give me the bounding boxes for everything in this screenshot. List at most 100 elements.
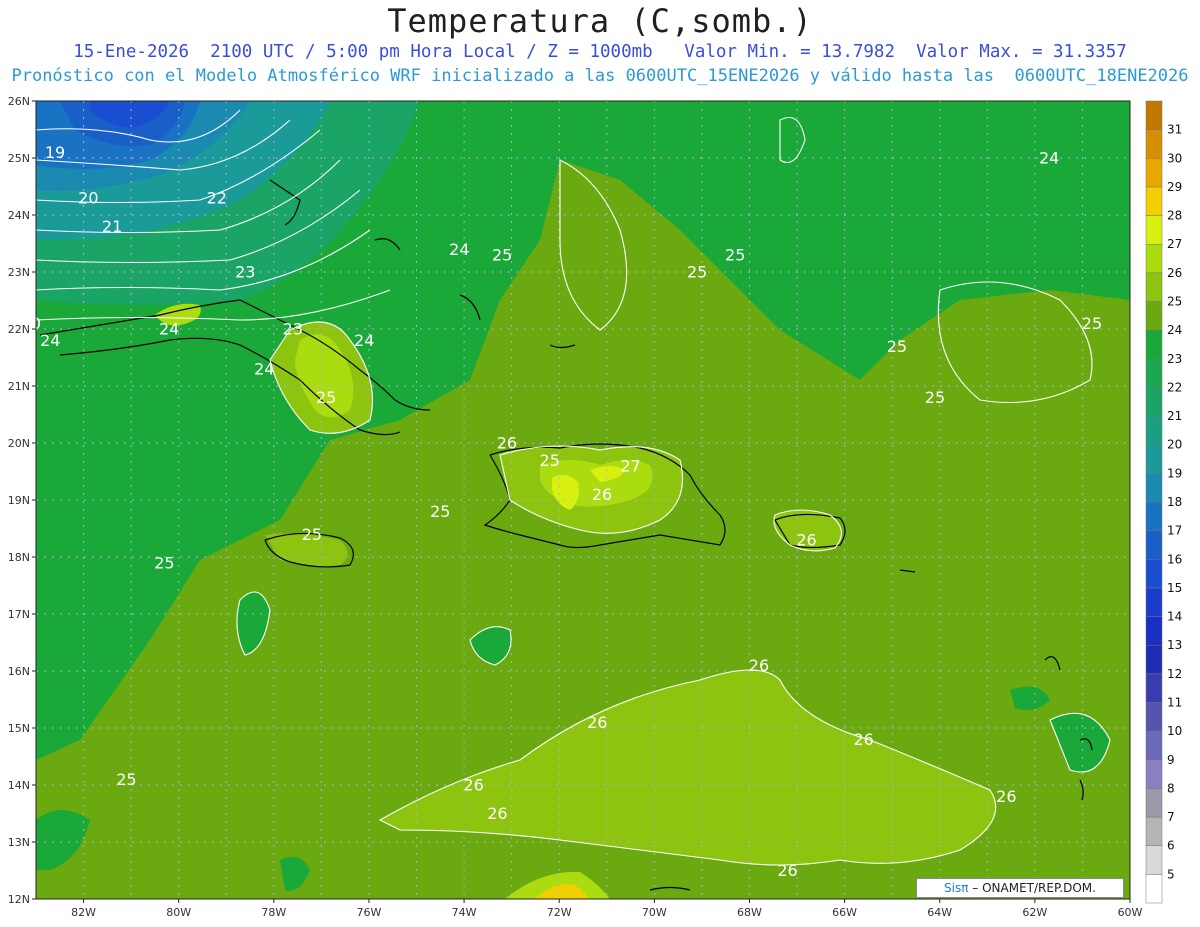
colorbar-label: 25 <box>1167 295 1182 309</box>
lon-tick-label: 64W <box>927 906 952 919</box>
contour-label: 27 <box>620 457 640 476</box>
colorbar-swatch <box>1145 759 1163 789</box>
colorbar-swatch <box>1145 788 1163 818</box>
lat-tick-label: 15N <box>8 722 30 735</box>
colorbar-swatch <box>1145 559 1163 589</box>
contour-label: 26 <box>777 861 797 880</box>
temperature-map: 192021222323242424242402425 2525252525252… <box>8 95 1183 919</box>
contour-label: 25 <box>540 451 560 470</box>
contour-label: 26 <box>587 713 607 732</box>
colorbar-swatch <box>1145 415 1163 445</box>
colorbar-label: 6 <box>1167 839 1175 853</box>
longitude-axis: 82W 80W 78W 76W 74W 72W 70W 68W 66W 64W 62W 60W <box>71 899 1143 919</box>
colorbar-swatch <box>1145 845 1163 875</box>
colorbar-swatch <box>1145 616 1163 646</box>
contour-label: 26 <box>996 787 1016 806</box>
colorbar-swatch <box>1145 702 1163 732</box>
colorbar-label: 22 <box>1167 380 1182 394</box>
colorbar-swatch <box>1145 301 1163 331</box>
lat-tick-label: 13N <box>8 836 30 849</box>
contour-label: 26 <box>749 656 769 675</box>
colorbar-swatch <box>1145 473 1163 503</box>
colorbar-swatch <box>1145 158 1163 188</box>
lon-tick-label: 74W <box>452 906 477 919</box>
colorbar-label: 10 <box>1167 724 1182 738</box>
colorbar-label: 9 <box>1167 753 1175 767</box>
colorbar-label: 12 <box>1167 667 1182 681</box>
contour-label: 25 <box>687 263 707 282</box>
contour-label: 21 <box>102 217 122 236</box>
contour-label: 26 <box>487 804 507 823</box>
lat-tick-label: 19N <box>8 494 30 507</box>
colorbar-label: 18 <box>1167 495 1182 509</box>
contour-label: 26 <box>853 730 873 749</box>
contour-label: 23 <box>235 263 255 282</box>
colorbar-swatch <box>1145 816 1163 846</box>
temperature-colorbar: 5 6 7 8 9 10 11 12 13 14 15 16 17 18 19 20 21 22 23 24 25 26 2… <box>1145 100 1182 904</box>
contour-label: 24 <box>254 360 274 379</box>
contour-label: 26 <box>796 531 816 550</box>
colorbar-label: 29 <box>1167 180 1182 194</box>
contour-label: 25 <box>430 502 450 521</box>
sispi-logo-text: Sisπ <box>944 881 969 895</box>
lon-tick-label: 78W <box>261 906 286 919</box>
contour-label: 26 <box>592 485 612 504</box>
colorbar-swatch <box>1145 587 1163 617</box>
lat-tick-label: 23N <box>8 266 30 279</box>
colorbar-label: 16 <box>1167 552 1182 566</box>
colorbar-label: 20 <box>1167 438 1182 452</box>
contour-label: 22 <box>207 189 227 208</box>
colorbar-swatch <box>1145 444 1163 474</box>
credit-text: – ONAMET/REP.DOM. <box>968 881 1096 895</box>
lon-tick-label: 66W <box>832 906 857 919</box>
colorbar-label: 24 <box>1167 323 1182 337</box>
colorbar-swatch <box>1145 272 1163 302</box>
contour-label: 26 <box>497 434 517 453</box>
lat-tick-label: 14N <box>8 779 30 792</box>
colorbar-swatch <box>1145 329 1163 360</box>
contour-label: 24 <box>449 240 469 259</box>
contour-label: 25 <box>725 246 745 265</box>
lon-tick-label: 68W <box>737 906 762 919</box>
lat-tick-label: 24N <box>8 209 30 222</box>
contour-label: 25 <box>492 246 512 265</box>
lat-tick-label: 22N <box>8 323 30 336</box>
lon-tick-label: 70W <box>642 906 667 919</box>
colorbar-label: 28 <box>1167 209 1182 223</box>
colorbar-label: 7 <box>1167 810 1175 824</box>
contour-label: 25 <box>302 525 322 544</box>
contour-label: 20 <box>78 189 98 208</box>
lon-tick-label: 62W <box>1022 906 1047 919</box>
colorbar-swatch <box>1145 730 1163 761</box>
contour-label: 23 <box>283 320 303 339</box>
contour-label: 25 <box>1082 314 1102 333</box>
colorbar-label: 23 <box>1167 352 1182 366</box>
colorbar-swatch <box>1145 673 1163 703</box>
colorbar-label: 17 <box>1167 524 1182 538</box>
contour-label: 24 <box>354 331 374 350</box>
colorbar-swatch <box>1145 501 1163 531</box>
lon-tick-label: 82W <box>71 906 96 919</box>
colorbar-swatch <box>1145 243 1163 274</box>
colorbar-label: 11 <box>1167 696 1182 710</box>
lon-tick-label: 72W <box>547 906 572 919</box>
lat-tick-label: 26N <box>8 95 30 108</box>
colorbar-label: 21 <box>1167 409 1182 423</box>
colorbar-swatch <box>1145 644 1163 675</box>
lat-tick-label: 12N <box>8 893 30 906</box>
colorbar-swatch <box>1145 387 1163 417</box>
colorbar-label: 30 <box>1167 151 1182 165</box>
contour-label: 25 <box>154 553 174 572</box>
colorbar-swatch <box>1145 186 1163 216</box>
latitude-axis: 26N 25N 24N 23N 22N 21N 20N 19N 18N 17N 16N 15N 14N 1… <box>8 95 36 906</box>
colorbar-swatch <box>1145 358 1163 388</box>
colorbar-label: 26 <box>1167 266 1182 280</box>
colorbar-label: 8 <box>1167 781 1175 795</box>
colorbar-swatch <box>1145 530 1163 560</box>
lat-tick-label: 20N <box>8 437 30 450</box>
lat-tick-label: 18N <box>8 551 30 564</box>
colorbar-label: 31 <box>1167 123 1182 137</box>
colorbar-swatch <box>1145 874 1163 904</box>
contour-label: 24 <box>159 320 179 339</box>
lat-tick-label: 21N <box>8 380 30 393</box>
